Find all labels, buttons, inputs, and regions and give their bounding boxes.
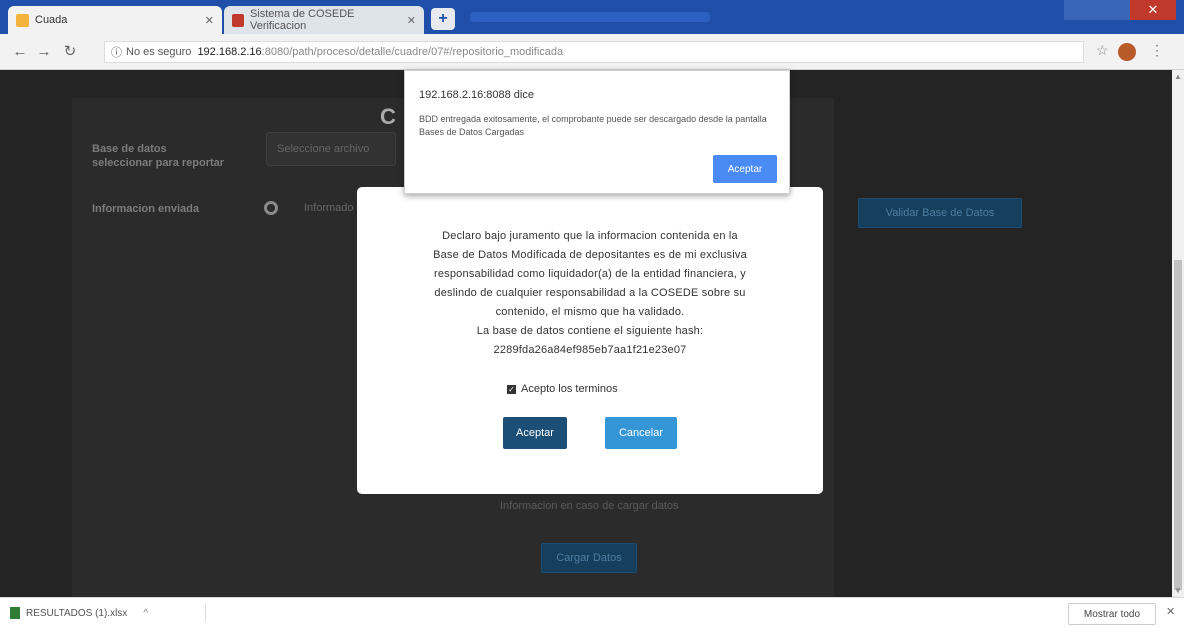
gmail-icon <box>232 13 244 27</box>
browser-window: Cuada ✕ Sistema de COSEDE Verificacion ✕… <box>0 0 1184 627</box>
declaration-line: deslindo de cualquier responsabilidad a … <box>434 287 746 299</box>
file-select[interactable]: Seleccione archivo <box>266 132 396 166</box>
close-download-bar-icon[interactable]: ✕ <box>1166 605 1175 618</box>
checkbox-label: Acepto los terminos <box>521 383 618 395</box>
scroll-thumb[interactable] <box>1174 260 1182 590</box>
declaration-line: Declaro bajo juramento que la informacio… <box>442 230 738 242</box>
reload-icon[interactable]: ↻ <box>60 42 80 62</box>
excel-file-icon <box>10 607 20 619</box>
browser-alert: 192.168.2.16:8088 dice BDD entregada exi… <box>404 70 790 194</box>
divider <box>205 604 206 622</box>
checkbox-check-icon[interactable]: ✓ <box>507 384 516 394</box>
load-data-button[interactable]: Cargar Datos <box>541 543 637 573</box>
declaration-modal: Declaro bajo juramento que la informacio… <box>357 187 823 494</box>
forward-arrow-icon[interactable]: → <box>34 42 54 62</box>
label-base-datos: Base de datos <box>92 143 167 155</box>
accept-button[interactable]: Aceptar <box>503 417 567 449</box>
bookmark-star-icon[interactable]: ☆ <box>1096 42 1109 59</box>
declaration-text: Declaro bajo juramento que la informacio… <box>397 227 783 360</box>
scroll-down-icon[interactable]: ▼ <box>1174 586 1182 595</box>
tab-cuada[interactable]: Cuada ✕ <box>8 6 222 34</box>
tab-title: Sistema de COSEDE Verificacion <box>249 8 355 32</box>
alert-title: 192.168.2.16:8088 dice <box>419 89 534 101</box>
cancel-button[interactable]: Cancelar <box>605 417 677 449</box>
more-menu-icon[interactable]: ⋮ <box>1150 42 1164 59</box>
url-host: 192.168.2.16 <box>197 46 262 58</box>
back-arrow-icon[interactable]: ← <box>10 42 30 62</box>
show-all-button[interactable]: Mostrar todo <box>1068 603 1156 625</box>
declaration-line: responsabilidad como liquidador(a) de la… <box>433 268 747 280</box>
close-tab-icon[interactable]: ✕ <box>205 14 214 27</box>
window-close-button[interactable]: ✕ <box>1130 0 1176 20</box>
tab-strip-blur <box>470 12 710 22</box>
security-label: No es seguro <box>126 46 192 58</box>
accept-terms-checkbox[interactable]: ✓ Acepto los terminos <box>507 383 618 395</box>
alert-ok-button[interactable]: Aceptar <box>713 155 777 183</box>
url-path: :8080/path/proceso/detalle/cuadre/07#/re… <box>261 46 564 58</box>
info-icon[interactable]: ⓘ <box>111 44 122 60</box>
alert-message: BDD entregada exitosamente, el comproban… <box>419 114 767 137</box>
download-file-name: RESULTADOS (1).xlsx <box>26 607 128 619</box>
scroll-up-icon[interactable]: ▲ <box>1174 72 1182 81</box>
tab-title: Cuada <box>35 14 68 26</box>
download-item[interactable]: RESULTADOS (1).xlsx ^ <box>10 607 148 619</box>
scrollbar[interactable]: ▲ ▼ <box>1172 70 1184 597</box>
chevron-up-icon[interactable]: ^ <box>143 608 148 619</box>
folder-icon <box>16 13 29 27</box>
window-controls: ✕ <box>1064 0 1176 20</box>
toolbar: ← → ↻ ⓘ No es seguro 192.168.2.16 :8080/… <box>0 34 1184 70</box>
label-informacion: Informacion enviada <box>92 203 199 215</box>
address-bar[interactable]: ⓘ No es seguro 192.168.2.16 :8080/path/p… <box>104 41 1084 63</box>
hash-value: 2289fda26a84ef985eb7aa1f21e23e07 <box>493 344 687 356</box>
avatar[interactable] <box>1118 43 1136 61</box>
download-bar: RESULTADOS (1).xlsx ^ Mostrar todo ✕ <box>0 597 1184 627</box>
radio-label: Informado <box>304 202 354 214</box>
close-tab-icon[interactable]: ✕ <box>407 14 416 27</box>
declaration-line: La base de datos contiene el siguiente h… <box>476 325 704 337</box>
validate-button[interactable]: Validar Base de Datos <box>858 198 1022 228</box>
page-heading: C <box>380 104 396 129</box>
tab-sistema[interactable]: Sistema de COSEDE Verificacion ✕ <box>224 6 424 34</box>
declaration-line: contenido, el mismo que ha validado. <box>495 306 685 318</box>
radio-informado[interactable] <box>264 201 278 215</box>
bottom-note: Informacion en caso de cargar datos <box>500 500 679 512</box>
declaration-line: Base de Datos Modificada de depositantes… <box>433 249 747 261</box>
tab-strip: Cuada ✕ Sistema de COSEDE Verificacion ✕… <box>0 0 1184 34</box>
new-tab-button[interactable]: + <box>431 8 455 30</box>
label-seleccionar: seleccionar para reportar <box>92 157 225 169</box>
